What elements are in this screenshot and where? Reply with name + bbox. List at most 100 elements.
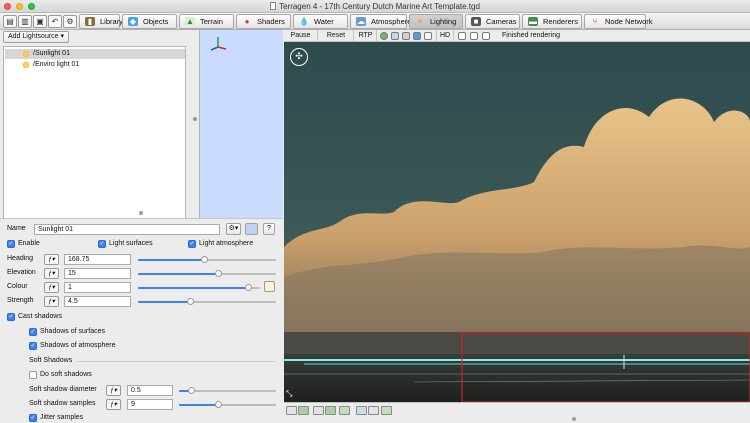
light-surfaces-checkbox[interactable]: ✓ [98,240,106,248]
cloud-view-icon[interactable] [402,32,410,40]
gear-menu-button[interactable]: ⚙▾ [226,223,241,235]
zoom-window-button[interactable] [28,3,35,10]
render-viewport[interactable]: ✣ ⤡ [284,42,750,402]
tab-library[interactable]: ▮ Library [79,14,123,29]
cube-icon: ◆ [128,17,138,26]
soft-diameter-slider[interactable] [179,387,276,394]
shadows-surfaces-checkbox[interactable]: ✓ [29,328,37,336]
slider-thumb[interactable] [214,401,222,408]
strength-field[interactable]: 4.5 [64,296,131,307]
light-list: /Sunlight 01 /Enviro light 01 [3,46,186,233]
wireframe-icon[interactable] [391,32,399,40]
window-title-wrap: Terragen 4 - 17th Century Dutch Marine A… [270,2,480,11]
camera-select-icon[interactable] [286,406,297,415]
elevation-slider[interactable] [138,270,276,277]
sun-icon [22,50,30,58]
window-title: Terragen 4 - 17th Century Dutch Marine A… [279,2,480,11]
pause-button[interactable]: Pause [284,30,318,42]
preview-3d-view[interactable] [199,30,283,240]
light-list-item-sunlight[interactable]: /Sunlight 01 [5,49,185,59]
cast-shadows-checkbox[interactable]: ✓ [7,313,15,321]
sun-view-icon[interactable] [424,32,432,40]
help-button[interactable]: ? [263,223,275,235]
render-toolbar: Pause Reset RTP HD Finished rendering [284,30,750,42]
slider-thumb[interactable] [187,387,195,394]
elevation-function-button[interactable]: ƒ▾ [44,268,59,279]
tab-water[interactable]: 💧 Water [293,14,348,29]
renderer-icon: ▬ [528,17,538,26]
colour-function-button[interactable]: ƒ▾ [44,282,59,293]
shader-ball-icon: ● [244,17,250,26]
soft-diameter-function-button[interactable]: ƒ▾ [106,385,121,396]
light-list-item-enviro[interactable]: /Enviro light 01 [5,60,185,70]
do-soft-shadows-checkbox[interactable] [29,371,37,379]
strength-function-button[interactable]: ƒ▾ [44,296,59,307]
open-project-icon[interactable]: ▥ [18,15,32,28]
heading-function-button[interactable]: ƒ▾ [44,254,59,265]
light-atmosphere-checkbox[interactable]: ✓ [188,240,196,248]
new-project-icon[interactable]: ▤ [3,15,17,28]
pin-icon[interactable] [482,32,490,40]
eye-icon[interactable] [356,406,367,415]
tab-lighting[interactable]: ☀ Lighting [409,14,463,29]
shaded-sphere-icon[interactable] [380,32,388,40]
slider-thumb[interactable] [215,270,223,277]
splitter-handle[interactable] [193,117,197,121]
undo-icon[interactable]: ↶ [48,15,62,28]
soft-diameter-field[interactable]: 0.5 [127,385,173,396]
hd-button[interactable]: HD [436,30,454,42]
preview-image-icon[interactable] [245,223,258,235]
document-icon [270,2,277,10]
corner-resize-icon[interactable]: ⤡ [286,389,295,398]
save-project-icon[interactable]: ▣ [33,15,47,28]
close-window-button[interactable] [4,3,11,10]
soft-samples-field[interactable]: 9 [127,399,173,410]
tab-terrain[interactable]: ▲ Terrain [179,14,234,29]
lighting-panel: Add Lightsource ▾ /Sunlight 01 /Enviro l… [0,30,283,422]
focus-icon[interactable] [368,406,379,415]
camera-dropdown-icon[interactable] [313,406,324,415]
splitter-handle[interactable] [139,211,143,215]
tab-shaders[interactable]: ● Shaders [236,14,291,29]
tab-objects[interactable]: ◆ Objects [122,14,177,29]
slider-thumb[interactable] [201,256,209,263]
add-lightsource-button[interactable]: Add Lightsource ▾ [3,31,69,43]
refresh-icon[interactable] [339,406,350,415]
reset-button[interactable]: Reset [319,30,354,42]
colour-slider[interactable] [138,284,260,291]
heading-slider[interactable] [138,256,276,263]
pencil-icon[interactable] [381,406,392,415]
splitter-handle[interactable] [572,417,576,421]
tab-node-network[interactable]: ⑂ Node Network [584,14,653,29]
colour-swatch[interactable] [264,281,275,292]
slider-thumb[interactable] [187,298,195,305]
paint-icon[interactable] [470,32,478,40]
image-view-icon[interactable] [298,406,309,415]
jitter-samples-checkbox[interactable]: ✓ [29,414,37,422]
library-icon: ▮ [85,17,95,26]
brush-icon[interactable] [458,32,466,40]
minimize-window-button[interactable] [16,3,23,10]
strength-slider[interactable] [138,298,276,305]
tab-atmosphere[interactable]: ☁ Atmosphere [350,14,411,29]
heading-field[interactable]: 168.75 [64,254,131,265]
settings-icon[interactable]: ⚙ [63,15,77,28]
elevation-field[interactable]: 15 [64,268,131,279]
compass-icon[interactable]: ✣ [290,48,308,66]
shadows-atmosphere-checkbox[interactable]: ✓ [29,342,37,350]
tab-renderers[interactable]: ▬ Renderers [522,14,582,29]
soft-samples-slider[interactable] [179,401,276,408]
name-field[interactable]: Sunlight 01 [34,224,220,235]
soft-samples-function-button[interactable]: ƒ▾ [106,399,121,410]
elevation-label: Elevation [7,269,36,276]
slider-thumb[interactable] [244,284,252,291]
landscape-icon[interactable] [325,406,336,415]
tab-cameras[interactable]: ■ Cameras [465,14,520,29]
terrain-view-icon[interactable] [413,32,421,40]
shadows-atmosphere-label: Shadows of atmosphere [40,342,116,349]
title-bar: Terragen 4 - 17th Century Dutch Marine A… [0,0,750,13]
water-drop-icon: 💧 [299,17,309,26]
colour-field[interactable]: 1 [64,282,131,293]
enable-checkbox[interactable]: ✓ [7,240,15,248]
rtp-button[interactable]: RTP [355,30,377,42]
